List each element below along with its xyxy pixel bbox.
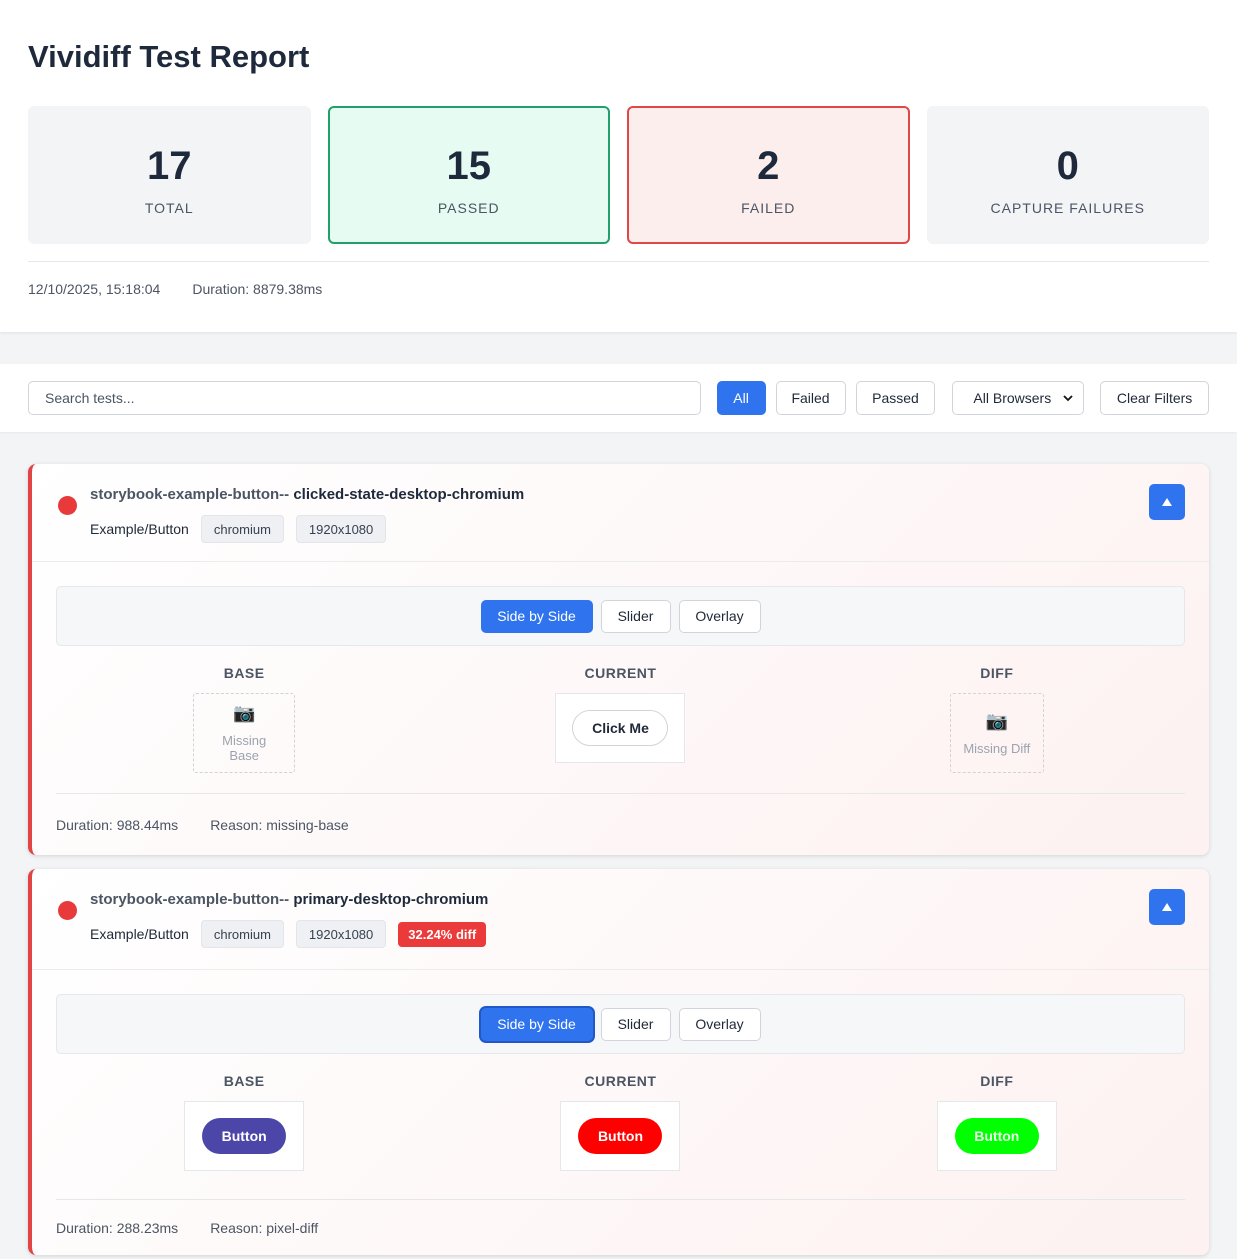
- test-card-body: Side by Side Slider Overlay BASE Button …: [32, 970, 1209, 1255]
- stat-capture-failures-label: CAPTURE FAILURES: [990, 200, 1145, 216]
- missing-diff-text: Missing Diff: [963, 740, 1031, 756]
- camera-icon: 📷: [232, 703, 256, 723]
- side-by-side-button[interactable]: Side by Side: [480, 1007, 593, 1041]
- chevron-up-icon: [1161, 494, 1173, 510]
- story-label: Example/Button: [90, 521, 189, 537]
- report-duration: Duration: 8879.38ms: [192, 281, 323, 297]
- failed-status-dot: [58, 496, 77, 515]
- current-screenshot[interactable]: Click Me: [555, 693, 686, 763]
- test-tags: Example/Button chromium 1920x1080: [90, 515, 1185, 543]
- base-column: BASE Button: [56, 1073, 432, 1197]
- test-name-suffix: primary-desktop-chromium: [289, 891, 489, 908]
- stat-failed: 2 FAILED: [627, 106, 910, 244]
- report-header: Vividiff Test Report 17 TOTAL 15 PASSED …: [0, 0, 1237, 332]
- filter-passed-button[interactable]: Passed: [855, 381, 936, 415]
- report-meta: 12/10/2025, 15:18:04 Duration: 8879.38ms: [28, 261, 1209, 297]
- failed-status-dot: [58, 901, 77, 920]
- diff-column: DIFF 📷 Missing Diff: [809, 665, 1185, 791]
- stat-capture-failures: 0 CAPTURE FAILURES: [926, 106, 1209, 244]
- test-duration: Duration: 288.23ms: [56, 1219, 179, 1236]
- click-me-button-preview: Click Me: [572, 710, 669, 746]
- overlay-button[interactable]: Overlay: [678, 1007, 761, 1041]
- stat-passed: 15 PASSED: [327, 106, 610, 244]
- test-name: storybook-example-button-- clicked-state…: [90, 486, 1185, 503]
- stats-row: 17 TOTAL 15 PASSED 2 FAILED 0 CAPTURE FA…: [28, 106, 1209, 244]
- diff-percent-badge: 32.24% diff: [398, 921, 487, 947]
- slider-button[interactable]: Slider: [600, 599, 671, 633]
- base-column: BASE 📷 Missing Base: [56, 665, 432, 791]
- overlay-button[interactable]: Overlay: [678, 599, 761, 633]
- stat-failed-value: 2: [757, 144, 780, 188]
- test-name-prefix: storybook-example-button--: [90, 486, 290, 503]
- collapse-button[interactable]: [1149, 484, 1185, 520]
- comparison-images: BASE Button CURRENT Button DIFF Button: [56, 1073, 1185, 1197]
- diff-button-preview: Button: [954, 1118, 1039, 1154]
- browser-select[interactable]: All Browsers: [952, 381, 1085, 415]
- base-label: BASE: [223, 665, 265, 681]
- test-name-suffix: clicked-state-desktop-chromium: [289, 486, 525, 503]
- current-button-preview: Button: [578, 1118, 663, 1154]
- test-card-header[interactable]: storybook-example-button-- primary-deskt…: [32, 869, 1209, 970]
- report-timestamp: 12/10/2025, 15:18:04: [28, 281, 161, 297]
- base-screenshot[interactable]: Button: [184, 1101, 305, 1171]
- missing-diff-placeholder: 📷 Missing Diff: [949, 693, 1044, 773]
- current-screenshot[interactable]: Button: [560, 1101, 681, 1171]
- browser-tag: chromium: [200, 515, 284, 543]
- search-input[interactable]: [28, 381, 701, 415]
- chevron-up-icon: [1161, 899, 1173, 915]
- filter-toolbar: All Failed Passed All Browsers Clear Fil…: [0, 364, 1237, 432]
- clear-filters-button[interactable]: Clear Filters: [1100, 381, 1209, 415]
- test-name-prefix: storybook-example-button--: [90, 891, 290, 908]
- page-title: Vividiff Test Report: [28, 39, 310, 74]
- stat-failed-label: FAILED: [741, 200, 796, 216]
- test-tags: Example/Button chromium 1920x1080 32.24%…: [90, 920, 1185, 948]
- filter-all-button[interactable]: All: [716, 381, 766, 415]
- diff-label: DIFF: [980, 1073, 1014, 1089]
- collapse-button[interactable]: [1149, 889, 1185, 925]
- missing-base-text: Missing Base: [222, 733, 267, 763]
- test-name: storybook-example-button-- primary-deskt…: [90, 891, 1185, 908]
- resolution-tag: 1920x1080: [295, 920, 387, 948]
- test-duration: Duration: 988.44ms: [56, 816, 179, 833]
- slider-button[interactable]: Slider: [600, 1007, 671, 1041]
- stat-passed-value: 15: [446, 144, 492, 188]
- stat-total-label: TOTAL: [144, 200, 194, 216]
- diff-label: DIFF: [980, 665, 1014, 681]
- missing-base-placeholder: 📷 Missing Base: [193, 693, 296, 773]
- chevron-down-icon: [1063, 390, 1073, 406]
- current-label: CURRENT: [584, 1073, 657, 1089]
- test-card-body: Side by Side Slider Overlay BASE 📷 Missi…: [32, 562, 1209, 855]
- stat-capture-failures-value: 0: [1056, 144, 1079, 188]
- comparison-images: BASE 📷 Missing Base CURRENT Click Me DIF…: [56, 665, 1185, 791]
- stat-total: 17 TOTAL: [28, 106, 311, 244]
- stat-passed-label: PASSED: [437, 200, 500, 216]
- test-card-header[interactable]: storybook-example-button-- clicked-state…: [32, 464, 1209, 562]
- base-button-preview: Button: [202, 1118, 287, 1154]
- side-by-side-button[interactable]: Side by Side: [480, 599, 593, 633]
- base-label: BASE: [223, 1073, 265, 1089]
- test-reason: Reason: missing-base: [210, 816, 349, 833]
- test-card: storybook-example-button-- primary-deskt…: [28, 869, 1209, 1255]
- test-reason: Reason: pixel-diff: [210, 1219, 319, 1236]
- resolution-tag: 1920x1080: [295, 515, 387, 543]
- diff-screenshot[interactable]: Button: [936, 1101, 1057, 1171]
- test-card-footer: Duration: 288.23ms Reason: pixel-diff: [56, 1199, 1185, 1255]
- test-card: storybook-example-button-- clicked-state…: [28, 464, 1209, 855]
- browser-select-value: All Browsers: [973, 390, 1052, 406]
- current-label: CURRENT: [584, 665, 657, 681]
- story-label: Example/Button: [90, 926, 189, 942]
- current-column: CURRENT Button: [432, 1073, 808, 1197]
- stat-total-value: 17: [147, 144, 192, 188]
- test-card-footer: Duration: 988.44ms Reason: missing-base: [56, 793, 1185, 855]
- results-list: storybook-example-button-- clicked-state…: [0, 432, 1237, 1255]
- camera-icon: 📷: [985, 710, 1009, 731]
- diff-column: DIFF Button: [809, 1073, 1185, 1197]
- current-column: CURRENT Click Me: [432, 665, 808, 791]
- filter-failed-button[interactable]: Failed: [775, 381, 846, 415]
- view-mode-bar: Side by Side Slider Overlay: [56, 994, 1185, 1054]
- view-mode-bar: Side by Side Slider Overlay: [56, 586, 1185, 646]
- browser-tag: chromium: [200, 920, 284, 948]
